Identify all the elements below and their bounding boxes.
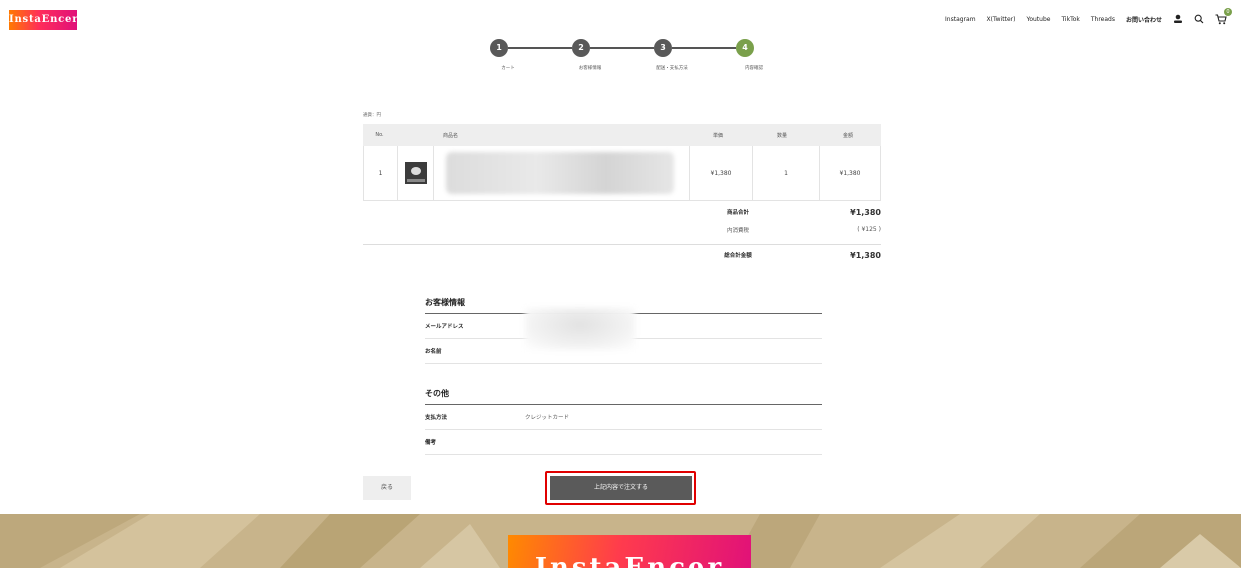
step-connector (672, 47, 736, 49)
nav-link-youtube[interactable]: Youtube (1026, 16, 1050, 23)
email-row: メールアドレス (425, 308, 822, 350)
nav-link-threads[interactable]: Threads (1091, 16, 1115, 23)
back-button[interactable]: 戻る (363, 476, 411, 500)
tax-value: ( ¥125 ) (857, 226, 881, 233)
order-table: No. 商品名 単価 数量 金額 1 ¥1,380 1 ¥1,380 (363, 124, 881, 201)
payment-row: 支払方法 クレジットカード (425, 405, 822, 430)
table-header: No. 商品名 単価 数量 金額 (363, 124, 881, 146)
notes-label: 備考 (425, 440, 437, 446)
product-name-cell (433, 146, 689, 200)
step-2-label: お客様情報 (578, 66, 602, 71)
col-header-unit-price: 単価 (712, 132, 723, 139)
col-header-no: No. (375, 132, 384, 138)
other-info-section: その他 支払方法 クレジットカード 備考 (425, 388, 822, 455)
top-navigation: Instagram X(Twitter) Youtube TikTok Thre… (945, 7, 1232, 26)
col-header-quantity: 数量 (776, 132, 787, 139)
row-unit-price: ¥1,380 (689, 146, 752, 200)
other-info-heading: その他 (425, 388, 822, 405)
nav-link-tiktok[interactable]: TikTok (1061, 16, 1079, 23)
payment-label: 支払方法 (425, 415, 448, 421)
payment-value: クレジットカード (525, 415, 570, 421)
footer-logo[interactable]: InstaEncer (508, 535, 751, 568)
nav-link-contact[interactable]: お問い合わせ (1126, 15, 1162, 24)
user-icon[interactable] (1173, 14, 1183, 24)
total-label: 総合計金額 (724, 253, 752, 259)
step-4-label: 内容確認 (745, 66, 763, 71)
step-3-label: 配送・支払方法 (656, 66, 688, 71)
step-1-label: カート (501, 66, 515, 71)
col-header-amount: 金額 (842, 132, 853, 139)
nav-link-twitter[interactable]: X(Twitter) (987, 16, 1016, 23)
step-3-circle: 3 (654, 39, 672, 57)
email-label: メールアドレス (425, 324, 464, 330)
cart-count-badge: 0 (1224, 7, 1232, 16)
step-1-circle: 1 (490, 39, 508, 57)
step-connector (508, 47, 572, 49)
product-name-redacted (446, 152, 674, 194)
nav-link-instagram[interactable]: Instagram (945, 16, 976, 23)
step-4-circle: 4 (736, 39, 754, 57)
customer-info-section: お客様情報 メールアドレス お名前 (425, 297, 822, 364)
name-label: お名前 (425, 349, 442, 355)
name-row: お名前 (425, 339, 822, 364)
footer: InstaEncer (0, 514, 1241, 568)
product-thumbnail[interactable] (404, 162, 427, 184)
col-header-name: 商品名 (443, 132, 459, 139)
currency-note: 通貨：円 (363, 113, 381, 118)
row-quantity: 1 (752, 146, 819, 200)
col-header-image (396, 124, 431, 146)
notes-row: 備考 (425, 430, 822, 455)
summary-divider (363, 244, 881, 245)
total-value: ¥1,380 (850, 251, 881, 260)
subtotal-value: ¥1,380 (850, 208, 881, 217)
checkout-progress: 1 2 3 4 カート お客様情報 配送・支払方法 内容確認 (490, 39, 763, 99)
product-image-cell (397, 146, 433, 200)
tax-label: 内消費税 (726, 228, 749, 234)
row-no: 1 (378, 169, 383, 177)
row-amount: ¥1,380 (819, 146, 880, 200)
site-logo[interactable]: InstaEncer (9, 10, 77, 30)
step-connector (590, 47, 654, 49)
cart-icon[interactable]: 0 (1215, 7, 1232, 25)
step-2-circle: 2 (572, 39, 590, 57)
place-order-button[interactable]: 上記内容で注文する (550, 476, 692, 500)
table-row: 1 ¥1,380 1 ¥1,380 (363, 146, 881, 201)
search-icon[interactable] (1194, 14, 1204, 24)
subtotal-label: 商品合計 (726, 210, 749, 216)
